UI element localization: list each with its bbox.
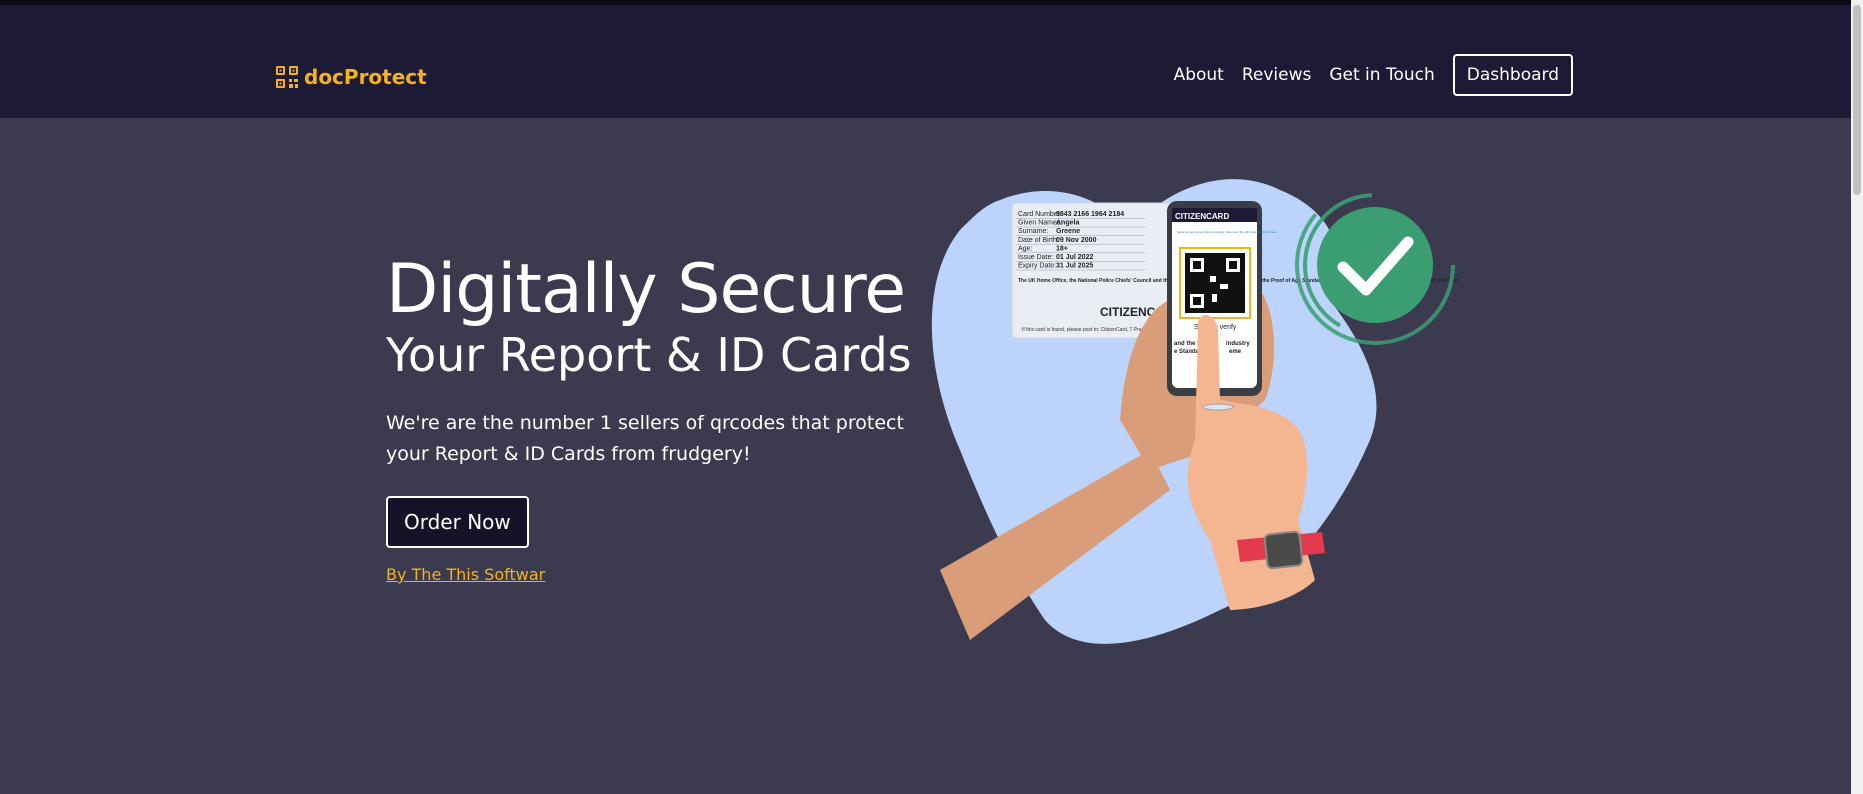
order-now-button[interactable]: Order Now [386,496,529,548]
card-row-label: Issue Date: [1018,254,1053,261]
card-row-value: Angela [1056,220,1079,227]
card-row-value: 5843 2166 1964 2184 [1056,211,1124,218]
dashboard-button[interactable]: Dashboard [1452,54,1573,96]
card-row-label: Expiry Date: [1018,263,1056,270]
phone-line2: e Standa [1174,349,1200,355]
phone-logo: CITIZENCARD [1175,212,1229,221]
nav-about-link[interactable]: About [1174,65,1224,85]
card-row-value: Greene [1056,228,1080,235]
navbar: docProtect About Reviews Get in Touch Da… [0,5,1851,118]
hero-subtitle: Your Report & ID Cards [386,328,912,382]
phone: CITIZENCARD Move camera closer then prom… [1167,201,1277,396]
card-row-label: Age: [1018,245,1032,252]
card-footer: If this card is found, please post to: C… [1022,327,1147,333]
card-row-value: 09 Nov 2000 [1056,237,1097,244]
qr-code-icon [276,66,298,88]
nav-reviews-link[interactable]: Reviews [1242,65,1312,85]
nav-contact-link[interactable]: Get in Touch [1329,65,1434,85]
phone-line1: and the S [1174,341,1201,347]
hero-title: Digitally Secure [386,250,906,329]
scrollbar[interactable] [1851,0,1863,794]
phone-line1b: industry [1226,341,1250,347]
brand-name: docProtect [304,65,427,89]
nav-menu: About Reviews Get in Touch Dashboard [1174,54,1573,96]
card-row-value: 18+ [1056,245,1068,252]
phone-line2b: eme [1229,349,1242,355]
card-row-label: Surname: [1018,228,1048,235]
hero-illustration: Card Number:5843 2166 1964 2184Given Nam… [931,179,1458,644]
card-row-value: 01 Jul 2022 [1056,254,1093,261]
hero-text: Digitally Secure Your Report & ID Cards … [386,250,946,584]
credit-link[interactable]: By The This Softwar [386,565,946,584]
ring [1202,403,1234,411]
watch-face [1263,530,1304,570]
card-row-label: Date of Birth: [1018,237,1059,244]
hero-description: We're are the number 1 sellers of qrcode… [386,412,904,465]
brand-logo[interactable]: docProtect [275,62,427,92]
phone-hint: Move camera closer then prompted, then s… [1177,230,1277,234]
scrollbar-thumb[interactable] [1853,5,1861,195]
card-row-value: 31 Jul 2025 [1056,263,1093,270]
